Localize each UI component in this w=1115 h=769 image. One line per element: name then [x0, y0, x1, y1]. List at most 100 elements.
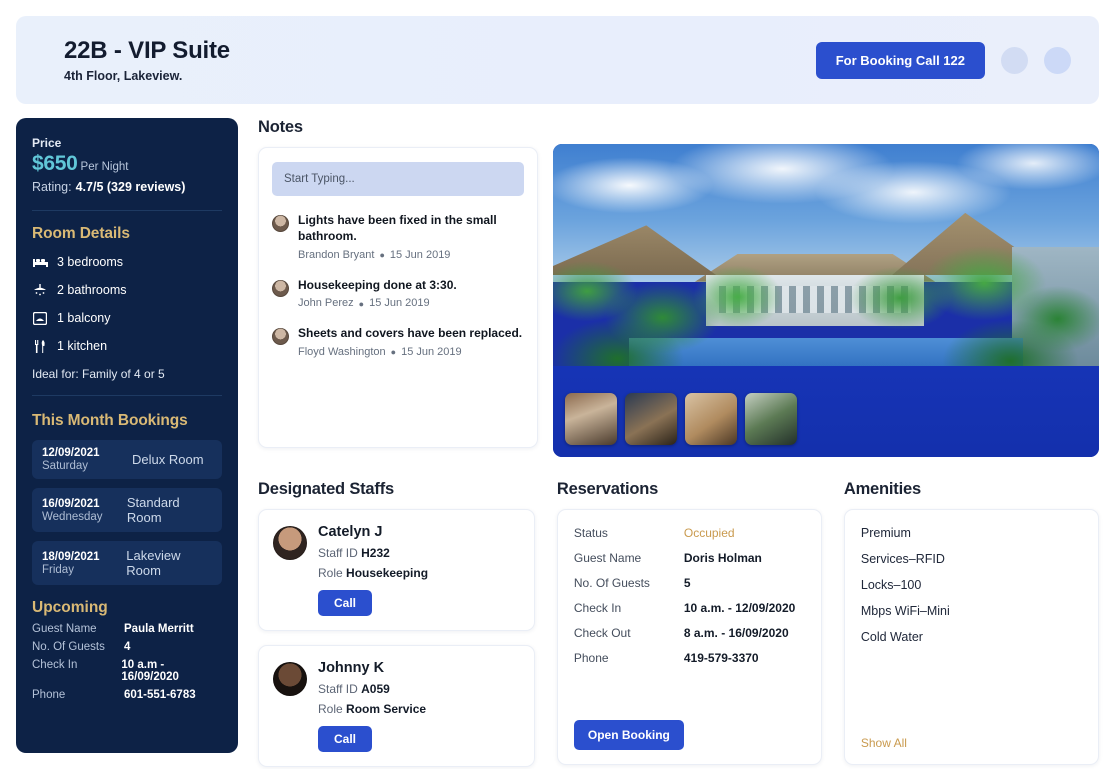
reservation-key: Guest Name [573, 551, 642, 565]
show-all-link[interactable]: Show All [861, 736, 907, 750]
amenity-item: Cold Water [860, 630, 923, 644]
note-date: 15 Jun 2019 [389, 248, 451, 261]
ideal-for-text: Ideal for: Family of 4 or 5 [32, 367, 165, 381]
price-row: $650 Per Night [32, 152, 222, 176]
rating-row: Rating: 4.7/5 (329 reviews) [32, 180, 222, 194]
gallery-thumbnail[interactable] [625, 393, 677, 445]
booking-room: Delux Room [132, 452, 204, 467]
amenity-item: Services–RFID [860, 552, 945, 566]
booking-room: Standard Room [126, 495, 180, 525]
reservation-value: 10 a.m. - 12/09/2020 [683, 601, 796, 615]
avatar [272, 279, 289, 297]
gallery-thumbnail[interactable] [565, 393, 617, 445]
staff-info: Johnny K Staff ID A059 Role Room Service… [318, 660, 426, 752]
upcoming-key: Check In [32, 659, 78, 671]
reservations-section: Reservations Status Occupied Guest Name … [556, 480, 822, 769]
page-title: 22B - VIP Suite [64, 36, 230, 64]
staff-info: Catelyn J Staff ID H232 Role Housekeepin… [318, 524, 428, 616]
booking-date: 16/09/2021 [42, 497, 100, 510]
staff-id-value: H232 [361, 546, 390, 560]
note-body: Housekeeping done at 3:30. John Perez ● 15… [298, 278, 524, 310]
open-booking-button[interactable]: Open Booking [573, 720, 684, 750]
staff-card: Catelyn J Staff ID H232 Role Housekeepin… [258, 509, 535, 631]
designated-staffs-title: Designated Staffs [258, 480, 394, 498]
shower-icon [32, 283, 48, 297]
amenity-item: Premium [860, 526, 911, 540]
booking-date-group: 12/09/2021 Saturday [42, 447, 120, 472]
reservation-key: No. Of Guests [573, 576, 650, 590]
staff-role-value: Housekeeping [346, 566, 429, 580]
staff-role-value: Room Service [346, 702, 427, 716]
amenity-item: Mbps WiFi–Mini [860, 604, 950, 618]
booking-date-group: 18/09/2021 Friday [42, 551, 114, 576]
note-item: Sheets and covers have been replaced. Fl… [272, 326, 524, 358]
booking-call-button[interactable]: For Booking Call 122 [815, 41, 985, 79]
note-text: Lights have been fixed in the small bath… [298, 213, 497, 243]
room-detail-label: 1 kitchen [57, 339, 108, 353]
note-item: Housekeeping done at 3:30. John Perez ● 15… [272, 278, 524, 310]
panel-columns: Designated Staffs Catelyn J Staff ID H23… [258, 480, 1099, 769]
upcoming-key: Phone [32, 689, 66, 701]
main-content: Notes Lights have been fixed in the smal… [252, 118, 1099, 769]
designated-staffs-section: Designated Staffs Catelyn J Staff ID H23… [258, 480, 535, 769]
header-actions: For Booking Call 122 [815, 41, 1071, 79]
upcoming-value: 4 [124, 641, 131, 653]
booking-date: 12/09/2021 [42, 447, 100, 459]
reservation-value: 419-579-3370 [683, 651, 759, 665]
booking-row[interactable]: 12/09/2021 Saturday Delux Room [32, 440, 222, 479]
note-meta: Floyd Washington ● 15 Jun 2019 [298, 346, 524, 358]
room-detail-page: 22B - VIP Suite 4th Floor, Lakeview. For… [0, 0, 1115, 769]
bookings-title: This Month Bookings [32, 412, 188, 429]
room-detail-kitchen: 1 kitchen [32, 339, 222, 353]
staff-id-value: A059 [361, 682, 390, 696]
upcoming-title: Upcoming [32, 599, 108, 616]
notes-card: Lights have been fixed in the small bath… [258, 147, 538, 448]
note-meta: Brandon Bryant ● 15 Jun 2019 [298, 249, 524, 261]
booking-day: Wednesday [42, 510, 103, 523]
staff-name: Catelyn J [318, 524, 383, 540]
booking-day: Saturday [42, 460, 89, 472]
booking-row[interactable]: 16/09/2021 Wednesday Standard Room [32, 488, 222, 532]
note-meta: John Perez ● 15 Jun 2019 [298, 297, 524, 309]
reservation-row: Status Occupied [574, 526, 805, 540]
sidebar-divider-2 [32, 395, 222, 396]
staff-id-line: Staff ID A059 [318, 682, 426, 696]
upcoming-value: 10 a.m - 16/09/2020 [121, 659, 179, 683]
reservations-card: Status Occupied Guest Name Doris Holman … [556, 509, 822, 765]
amenities-card: Premium Services–RFID Locks–100 Mbps WiF… [843, 509, 1099, 765]
reservation-key: Status [573, 526, 608, 540]
room-detail-bathrooms: 2 bathrooms [32, 283, 222, 297]
room-detail-bedrooms: 3 bedrooms [32, 255, 222, 269]
separator-dot: ● [390, 347, 397, 358]
reservation-row: Phone 419-579-3370 [574, 651, 805, 665]
balcony-icon [32, 311, 48, 325]
room-detail-label: 1 balcony [57, 311, 111, 325]
note-text: Sheets and covers have been replaced. [298, 326, 523, 341]
staff-role-line: Role Room Service [318, 702, 426, 716]
upcoming-table: Guest Name Paula Merritt No. Of Guests 4… [32, 623, 222, 701]
cutlery-icon [32, 339, 48, 353]
booking-date-group: 16/09/2021 Wednesday [42, 498, 115, 523]
page-subtitle: 4th Floor, Lakeview. [64, 69, 183, 84]
gallery-thumbnail[interactable] [685, 393, 737, 445]
staff-id-label: Staff ID [318, 546, 358, 560]
reservation-value: Doris Holman [683, 551, 762, 565]
hero-image[interactable] [553, 144, 1099, 457]
sidebar-divider [32, 210, 222, 211]
avatar [273, 526, 307, 560]
avatar[interactable] [1044, 46, 1071, 74]
call-button[interactable]: Call [318, 590, 373, 616]
staff-card: Johnny K Staff ID A059 Role Room Service… [258, 645, 535, 767]
gallery-thumbnail[interactable] [745, 393, 797, 445]
booking-room: Lakeview Room [126, 548, 181, 578]
upcoming-key: No. Of Guests [32, 641, 105, 653]
note-body: Lights have been fixed in the small bath… [298, 213, 524, 261]
note-input[interactable] [272, 162, 524, 196]
upcoming-value: Paula Merritt [124, 623, 194, 635]
amenity-item: Locks–100 [860, 578, 922, 592]
avatar[interactable] [1001, 46, 1028, 74]
note-author: Floyd Washington [298, 346, 386, 359]
note-author: John Perez [298, 297, 354, 310]
booking-row[interactable]: 18/09/2021 Friday Lakeview Room [32, 541, 222, 585]
call-button[interactable]: Call [318, 726, 373, 752]
